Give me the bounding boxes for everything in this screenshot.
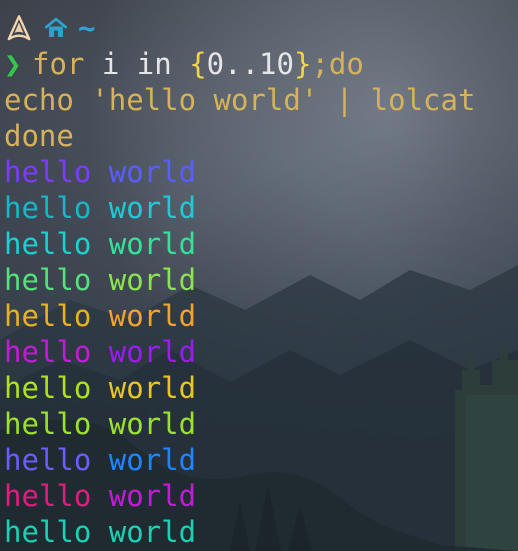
loop-variable: i: [101, 47, 120, 81]
keyword-in: in: [136, 47, 172, 81]
output-word-right: world: [108, 335, 197, 369]
output-line: hello world: [4, 262, 518, 298]
home-icon-svg: [44, 17, 68, 37]
output-line: hello world: [4, 406, 518, 442]
cwd: ~: [78, 11, 96, 45]
output-word-right: world: [108, 407, 197, 441]
output-line: hello world: [4, 190, 518, 226]
terminal: ~ ❯ for i in { 0..10 } ;do echo 'hello w…: [4, 10, 518, 551]
output-word-right: world: [108, 263, 197, 297]
lolcat-output: hello world hello world hello world hello w…: [4, 154, 518, 550]
output-word-left: hello: [4, 191, 92, 225]
output-line: hello world: [4, 370, 518, 406]
output-word-left: hello: [4, 263, 92, 297]
output-word-left: hello: [4, 227, 92, 261]
command-line-2: echo 'hello world' | lolcat: [4, 83, 476, 117]
output-line: hello world: [4, 226, 518, 262]
command-line-1: ❯ for i in { 0..10 } ;do: [4, 46, 518, 82]
output-line: hello world: [4, 514, 518, 550]
output-word-left: hello: [4, 371, 92, 405]
brace-open: {: [189, 47, 207, 81]
output-word-right: world: [108, 155, 197, 189]
output-line: hello world: [4, 442, 518, 478]
output-word-left: hello: [4, 443, 92, 477]
output-line: hello world: [4, 334, 518, 370]
output-word-left: hello: [4, 299, 92, 333]
output-word-right: world: [108, 191, 197, 225]
command-line-3: done: [4, 119, 74, 153]
output-line: hello world: [4, 154, 518, 190]
output-word-right: world: [108, 443, 197, 477]
output-word-right: world: [108, 227, 197, 261]
output-line: hello world: [4, 298, 518, 334]
output-word-left: hello: [4, 335, 92, 369]
output-word-left: hello: [4, 515, 92, 549]
range: 0..10: [206, 47, 294, 81]
output-word-left: hello: [4, 155, 92, 189]
arch-linux-logo-svg: [7, 15, 31, 41]
prompt-symbol: ❯: [4, 47, 22, 81]
arch-linux-logo-icon: [4, 13, 34, 43]
output-word-right: world: [108, 299, 197, 333]
prompt-line: ~: [4, 10, 518, 46]
brace-close: }: [293, 47, 312, 81]
output-word-left: hello: [4, 407, 92, 441]
output-word-right: world: [108, 515, 197, 549]
semi-do: ;do: [311, 47, 364, 81]
output-word-left: hello: [4, 479, 92, 513]
output-word-right: world: [108, 371, 197, 405]
home-icon: [42, 14, 70, 42]
keyword-for: for: [32, 47, 85, 81]
output-line: hello world: [4, 478, 518, 514]
output-word-right: world: [108, 479, 197, 513]
